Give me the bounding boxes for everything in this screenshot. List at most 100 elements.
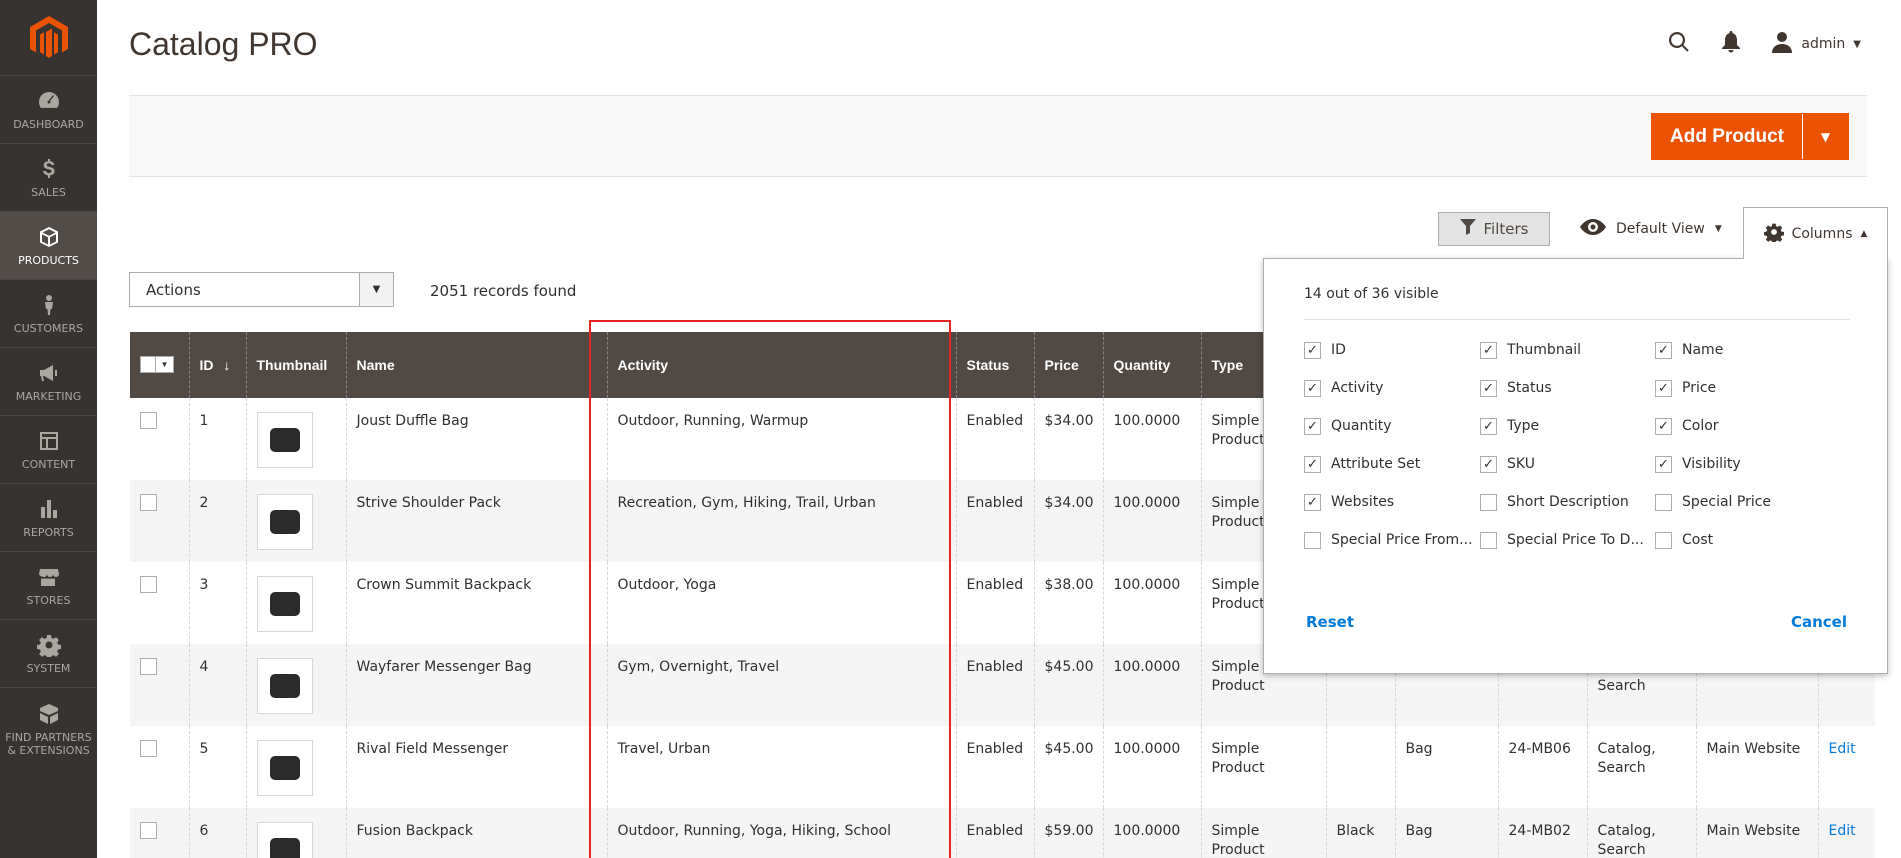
column-toggle-item[interactable]: ✓ Attribute Set — [1304, 445, 1480, 483]
column-checkbox[interactable]: ✓ — [1480, 379, 1497, 397]
column-checkbox[interactable]: ✓ — [1304, 379, 1321, 397]
add-product-button[interactable]: Add Product — [1652, 114, 1802, 159]
add-product-dropdown-toggle[interactable]: ▼ — [1802, 114, 1848, 159]
column-toggle-item[interactable]: Special Price — [1655, 483, 1830, 521]
column-header-activity[interactable]: Activity — [606, 332, 956, 398]
column-checkbox[interactable]: ✓ — [1655, 417, 1672, 435]
column-toggle-item[interactable]: ✓ Color — [1655, 407, 1830, 445]
row-checkbox[interactable] — [140, 740, 157, 757]
search-icon[interactable] — [1667, 30, 1691, 58]
product-thumbnail[interactable] — [256, 658, 313, 714]
product-thumbnail[interactable] — [256, 740, 313, 796]
row-select-cell — [130, 398, 189, 480]
row-checkbox[interactable] — [140, 822, 157, 839]
column-checkbox[interactable]: ✓ — [1304, 455, 1321, 473]
column-checkbox[interactable] — [1304, 531, 1321, 549]
sidebar-item-system[interactable]: SYSTEM — [0, 619, 97, 687]
column-toggle-item[interactable]: ✓ Type — [1480, 407, 1655, 445]
column-toggle-item[interactable]: ✓ SKU — [1480, 445, 1655, 483]
reset-button[interactable]: Reset — [1306, 613, 1354, 631]
sidebar-item-marketing[interactable]: MARKETING — [0, 347, 97, 415]
default-view-dropdown[interactable]: Default View ▼ — [1580, 212, 1722, 246]
table-row[interactable]: 6 Fusion Backpack Outdoor, Running, Yoga, … — [130, 808, 1875, 858]
table-row[interactable]: 5 Rival Field Messenger Travel, Urban Enabl… — [130, 726, 1875, 808]
sidebar-item-dashboard[interactable]: DASHBOARD — [0, 75, 97, 143]
column-toggle-item[interactable]: ✓ Websites — [1304, 483, 1480, 521]
column-header-price[interactable]: Price — [1033, 332, 1103, 398]
sidebar-item-label: MARKETING — [15, 390, 82, 403]
status-cell: Enabled — [955, 398, 1034, 480]
columns-button[interactable]: Columns ▲ — [1743, 207, 1888, 259]
cancel-button[interactable]: Cancel — [1791, 613, 1847, 631]
product-thumbnail[interactable] — [256, 412, 313, 468]
column-toggle-item[interactable]: ✓ Price — [1655, 369, 1830, 407]
column-checkbox[interactable] — [1655, 493, 1672, 511]
column-toggle-item[interactable]: Weight — [1304, 559, 1480, 568]
filters-button[interactable]: Filters — [1438, 212, 1550, 246]
column-checkbox[interactable] — [1480, 493, 1497, 511]
product-thumbnail[interactable] — [256, 576, 313, 632]
column-checkbox[interactable]: ✓ — [1480, 341, 1497, 359]
id-value: 1 — [199, 413, 209, 429]
magento-logo-icon[interactable] — [0, 0, 97, 75]
qty-value: 100.0000 — [1113, 823, 1181, 839]
column-toggle-item[interactable]: ✓ Activity — [1304, 369, 1480, 407]
column-checkbox[interactable]: ✓ — [1655, 341, 1672, 359]
qty-cell: 100.0000 — [1102, 726, 1201, 808]
column-header-status[interactable]: Status — [955, 332, 1034, 398]
qty-cell: 100.0000 — [1102, 644, 1201, 726]
sidebar-item-products[interactable]: PRODUCTS — [0, 211, 97, 279]
caret-down-icon: ▼ — [1714, 224, 1722, 234]
bag-image-icon — [269, 428, 300, 452]
column-checkbox[interactable]: ✓ — [1304, 493, 1321, 511]
sidebar-item-stores[interactable]: STORES — [0, 551, 97, 619]
row-checkbox[interactable] — [140, 412, 157, 429]
column-checkbox[interactable]: ✓ — [1480, 417, 1497, 435]
column-checkbox[interactable]: ✓ — [1480, 455, 1497, 473]
column-toggle-item[interactable]: Special Price From... — [1304, 521, 1480, 559]
column-toggle-item[interactable]: Manufacturer — [1480, 559, 1655, 568]
column-toggle-item[interactable]: ✓ Visibility — [1655, 445, 1830, 483]
column-header-id[interactable]: ID ↓ — [188, 332, 246, 398]
column-checkbox[interactable] — [1655, 531, 1672, 549]
column-toggle-item[interactable]: Special Price To D... — [1480, 521, 1655, 559]
user-menu[interactable]: admin ▼ — [1771, 31, 1861, 57]
mass-select-dropdown[interactable]: ▼ — [140, 355, 174, 373]
column-checkbox[interactable]: ✓ — [1655, 455, 1672, 473]
color-value: Black — [1336, 823, 1375, 839]
row-checkbox[interactable] — [140, 494, 157, 511]
bar-chart-icon — [36, 496, 62, 522]
column-checkbox[interactable]: ✓ — [1655, 379, 1672, 397]
product-thumbnail[interactable] — [256, 494, 313, 550]
column-toggle-item[interactable]: ✓ ID — [1304, 331, 1480, 369]
column-header-thumbnail[interactable]: Thumbnail — [245, 332, 346, 398]
column-header-name[interactable]: Name — [345, 332, 607, 398]
sidebar-item-reports[interactable]: REPORTS — [0, 483, 97, 551]
column-toggle-item[interactable]: ✓ Name — [1655, 331, 1830, 369]
column-toggle-item[interactable]: ✓ Quantity — [1304, 407, 1480, 445]
edit-link[interactable]: Edit — [1829, 823, 1856, 839]
websites-value: Main Website — [1706, 741, 1801, 757]
qty-cell: 100.0000 — [1102, 562, 1201, 644]
row-checkbox[interactable] — [140, 658, 157, 675]
column-checkbox[interactable]: ✓ — [1304, 341, 1321, 359]
color-cell — [1325, 726, 1395, 808]
column-toggle-item[interactable]: Short Description — [1480, 483, 1655, 521]
column-toggle-item[interactable]: ✓ Thumbnail — [1480, 331, 1655, 369]
bell-icon[interactable] — [1721, 31, 1741, 57]
sidebar-item-partners[interactable]: FIND PARTNERS & EXTENSIONS — [0, 687, 97, 769]
sidebar-item-sales[interactable]: SALES — [0, 143, 97, 211]
column-checkbox[interactable]: ✓ — [1304, 417, 1321, 435]
column-toggle-item[interactable]: ✓ Status — [1480, 369, 1655, 407]
product-thumbnail[interactable] — [256, 822, 313, 858]
sidebar-item-content[interactable]: CONTENT — [0, 415, 97, 483]
column-header-quantity[interactable]: Quantity — [1102, 332, 1201, 398]
row-checkbox[interactable] — [140, 576, 157, 593]
mass-select-header[interactable]: ▼ — [130, 332, 189, 398]
sidebar-item-customers[interactable]: CUSTOMERS — [0, 279, 97, 347]
column-checkbox[interactable] — [1480, 531, 1497, 549]
column-toggle-item[interactable]: Meta Title — [1655, 559, 1830, 568]
mass-actions-select[interactable]: Actions ▼ — [129, 272, 394, 307]
column-toggle-item[interactable]: Cost — [1655, 521, 1830, 559]
edit-link[interactable]: Edit — [1829, 741, 1856, 757]
